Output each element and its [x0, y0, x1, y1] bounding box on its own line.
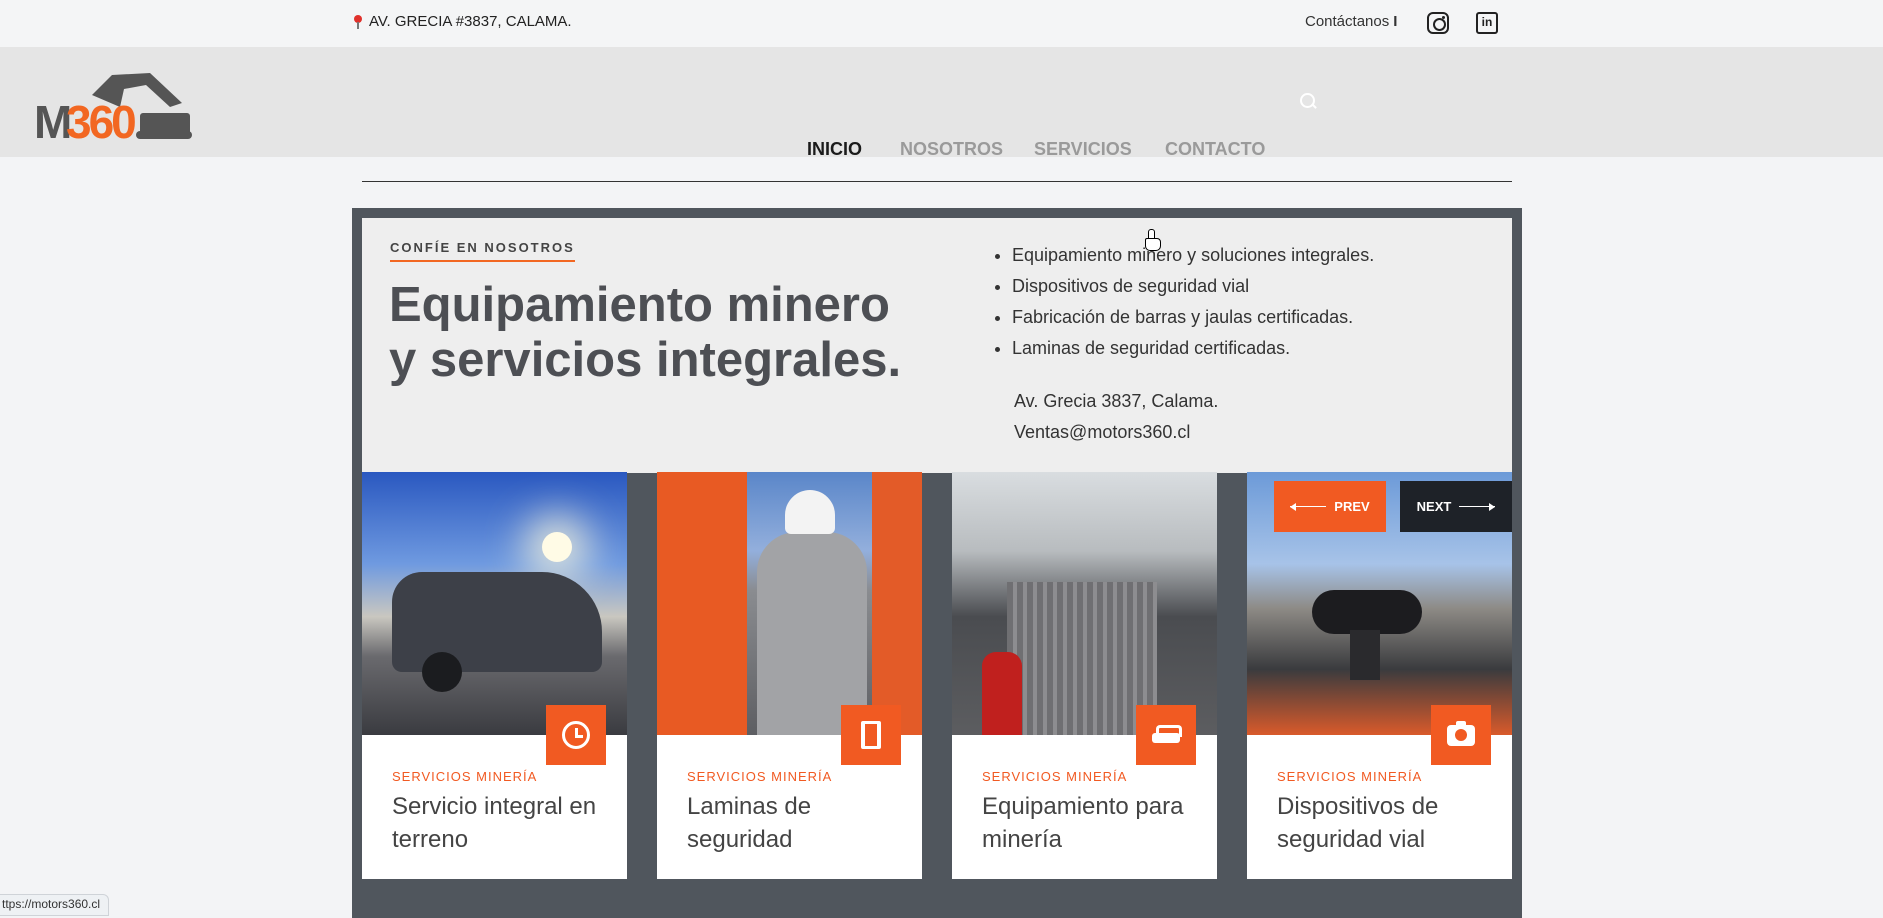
hero-content: CONFÍE EN NOSOTROS Equipamiento minero y…	[362, 218, 1512, 473]
hero-headline: Equipamiento minero y servicios integral…	[389, 278, 909, 388]
card-title[interactable]: Servicio integral en terreno	[392, 790, 612, 856]
card-title[interactable]: Equipamiento para minería	[982, 790, 1202, 856]
card-image	[952, 472, 1217, 735]
camera-icon	[1447, 720, 1475, 746]
service-card[interactable]: SERVICIOS MINERÍA Laminas de seguridad	[657, 472, 922, 879]
car-icon	[1152, 725, 1182, 745]
card-title[interactable]: Dispositivos de seguridad vial	[1277, 790, 1497, 856]
top-bar: AV. GRECIA #3837, CALAMA. Contáctanos I i…	[0, 0, 1883, 47]
next-label: NEXT	[1416, 499, 1452, 514]
door-shape	[657, 472, 747, 735]
divider	[362, 181, 1512, 182]
card-category: SERVICIOS MINERÍA	[982, 769, 1128, 784]
dashcam-shape	[1312, 590, 1422, 680]
logo[interactable]: M 360	[32, 67, 194, 148]
logo-letter: M	[34, 96, 72, 148]
address-text: AV. GRECIA #3837, CALAMA.	[369, 13, 572, 30]
headline-line-1: Equipamiento minero	[389, 278, 890, 332]
service-card[interactable]: SERVICIOS MINERÍA Dispositivos de seguri…	[1247, 472, 1512, 879]
prev-label: PREV	[1334, 499, 1370, 514]
linkedin-icon[interactable]: in	[1476, 12, 1498, 34]
arrow-left-icon	[1290, 503, 1327, 510]
arrow-right-icon	[1459, 503, 1496, 510]
contact-label[interactable]: Contáctanos	[1305, 13, 1389, 30]
site-header: M 360 INICIO NOSOTROS SERVICIOS CONTACTO	[0, 47, 1883, 160]
door-shape	[872, 472, 922, 735]
nav-servicios[interactable]: SERVICIOS	[1034, 139, 1132, 160]
card-badge	[546, 705, 606, 765]
logo-number: 360	[66, 96, 137, 148]
headline-line-2: y servicios integrales.	[389, 333, 902, 387]
location-pin-icon	[353, 14, 363, 29]
card-category: SERVICIOS MINERÍA	[1277, 769, 1423, 784]
feature-item: Dispositivos de seguridad vial	[1012, 271, 1374, 302]
prev-button[interactable]: PREV	[1274, 481, 1386, 532]
clock-icon	[562, 721, 590, 749]
hand-cursor-icon	[1144, 229, 1161, 251]
card-category: SERVICIOS MINERÍA	[392, 769, 538, 784]
feature-list: Equipamiento minero y soluciones integra…	[992, 240, 1374, 364]
feature-item: Fabricación de barras y jaulas certifica…	[1012, 302, 1374, 333]
contact-separator: I	[1393, 13, 1398, 30]
nav-contacto[interactable]: CONTACTO	[1165, 139, 1265, 160]
card-badge	[1136, 705, 1196, 765]
sun-glare	[542, 532, 572, 562]
card-image	[657, 472, 922, 735]
hero-address: Av. Grecia 3837, Calama.	[1014, 391, 1219, 411]
nav-nosotros[interactable]: NOSOTROS	[900, 139, 1003, 160]
truck-bed-shape	[1007, 582, 1157, 735]
card-badge	[1431, 705, 1491, 765]
instagram-icon[interactable]	[1427, 12, 1449, 34]
search-icon[interactable]	[1300, 93, 1318, 111]
truck-shape	[392, 572, 602, 692]
feature-item: Equipamiento minero y soluciones integra…	[1012, 240, 1374, 271]
sheet-icon	[861, 721, 881, 749]
card-title[interactable]: Laminas de seguridad	[687, 790, 907, 856]
card-image	[362, 472, 627, 735]
contact-info: Av. Grecia 3837, Calama. Ventas@motors36…	[1014, 386, 1218, 448]
next-button[interactable]: NEXT	[1400, 481, 1512, 532]
extinguisher-shape	[982, 652, 1022, 735]
nav-inicio[interactable]: INICIO	[807, 139, 862, 160]
feature-item: Laminas de seguridad certificadas.	[1012, 333, 1374, 364]
card-badge	[841, 705, 901, 765]
service-card[interactable]: SERVICIOS MINERÍA Equipamiento para mine…	[952, 472, 1217, 879]
contact-link[interactable]: Contáctanos I	[1305, 13, 1397, 30]
status-url: ttps://motors360.cl	[0, 894, 110, 916]
hero-email[interactable]: Ventas@motors360.cl	[1014, 417, 1218, 448]
card-category: SERVICIOS MINERÍA	[687, 769, 833, 784]
eyebrow-label: CONFÍE EN NOSOTROS	[390, 240, 575, 262]
top-address: AV. GRECIA #3837, CALAMA.	[353, 13, 572, 30]
service-card[interactable]: SERVICIOS MINERÍA Servicio integral en t…	[362, 472, 627, 879]
